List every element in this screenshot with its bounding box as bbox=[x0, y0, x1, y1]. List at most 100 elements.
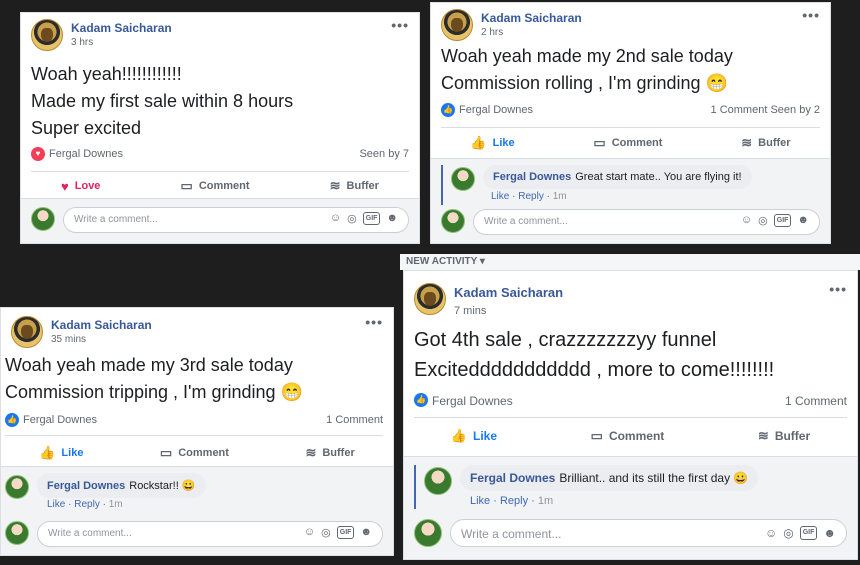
post-time[interactable]: 35 mins bbox=[51, 334, 86, 345]
comment-icon: ▭ bbox=[180, 178, 193, 193]
buffer-button[interactable]: ≋ Buffer bbox=[330, 178, 379, 194]
comment-input[interactable]: Write a comment... ☺ ◎ GIF ☻ bbox=[63, 207, 409, 233]
like-reaction-icon: 👍 bbox=[414, 393, 428, 407]
post-time[interactable]: 2 hrs bbox=[481, 27, 503, 38]
buffer-button[interactable]: ≋ Buffer bbox=[305, 445, 354, 461]
comment-input[interactable]: Write a comment... ☺ ◎ GIF ☻ bbox=[450, 519, 847, 547]
divider bbox=[414, 417, 847, 418]
post-line: Woah yeah!!!!!!!!!!!! bbox=[31, 64, 182, 84]
love-button[interactable]: ♥ Love bbox=[61, 179, 100, 194]
comment-links: Like · Reply · 1m bbox=[470, 495, 554, 507]
emoji-icon[interactable]: ☺ bbox=[741, 214, 752, 227]
gif-icon[interactable]: GIF bbox=[362, 212, 381, 225]
buffer-icon: ≋ bbox=[329, 178, 341, 193]
post-time[interactable]: 7 mins bbox=[454, 305, 486, 317]
sticker-icon[interactable]: ☻ bbox=[360, 526, 372, 539]
heart-icon: ♥ bbox=[61, 178, 69, 194]
comment-icon: ▭ bbox=[593, 135, 606, 150]
post-line: Woah yeah made my 3rd sale today bbox=[5, 355, 293, 375]
post-author[interactable]: Kadam Saicharan bbox=[454, 285, 563, 300]
comment-button[interactable]: ▭ Comment bbox=[593, 135, 662, 151]
author-avatar[interactable] bbox=[441, 9, 473, 41]
like-button[interactable]: 👍 Like bbox=[470, 135, 514, 151]
comment-reply-link[interactable]: Reply bbox=[518, 191, 544, 202]
commenter-avatar[interactable] bbox=[424, 467, 452, 495]
comment-reply-link[interactable]: Reply bbox=[500, 495, 528, 507]
more-options-icon[interactable]: ••• bbox=[802, 7, 820, 23]
buffer-icon: ≋ bbox=[305, 445, 317, 460]
post-author[interactable]: Kadam Saicharan bbox=[481, 11, 582, 25]
post-author[interactable]: Kadam Saicharan bbox=[71, 21, 172, 35]
post-card-1: Kadam Saicharan 3 hrs ••• Woah yeah!!!!!… bbox=[20, 12, 420, 244]
commenter-avatar[interactable] bbox=[414, 519, 442, 547]
commenter-avatar[interactable] bbox=[5, 521, 29, 545]
comment-reply-link[interactable]: Reply bbox=[74, 499, 100, 510]
thumbs-up-icon: 👍 bbox=[450, 428, 467, 443]
comment-input[interactable]: Write a comment... ☺ ◎ GIF ☻ bbox=[473, 209, 820, 235]
sticker-icon[interactable]: ☻ bbox=[823, 526, 836, 540]
sticker-icon[interactable]: ☻ bbox=[386, 212, 398, 225]
more-options-icon[interactable]: ••• bbox=[391, 17, 409, 33]
like-button[interactable]: 👍 Like bbox=[39, 445, 83, 461]
heart-reaction-icon: ♥ bbox=[31, 147, 45, 161]
emoji-icon[interactable]: ☺ bbox=[304, 526, 315, 539]
post-line: Woah yeah made my 2nd sale today bbox=[441, 46, 733, 66]
camera-icon[interactable]: ◎ bbox=[321, 526, 331, 539]
comment-like-link[interactable]: Like bbox=[47, 499, 65, 510]
thumbs-up-icon: 👍 bbox=[39, 445, 56, 460]
comment-like-link[interactable]: Like bbox=[470, 495, 490, 507]
buffer-icon: ≋ bbox=[741, 135, 753, 150]
sticker-icon[interactable]: ☻ bbox=[797, 214, 809, 227]
commenter-avatar[interactable] bbox=[31, 207, 55, 231]
comment-time: 1m bbox=[552, 191, 567, 202]
comment-button[interactable]: ▭ Comment bbox=[160, 445, 229, 461]
new-activity-label[interactable]: NEW ACTIVITY ▾ bbox=[400, 254, 860, 270]
post-card-4: Kadam Saicharan 7 mins ••• Got 4th sale … bbox=[403, 270, 858, 560]
author-avatar[interactable] bbox=[11, 316, 43, 348]
comment-time: 1m bbox=[537, 495, 554, 507]
comment-count[interactable]: 1 Comment bbox=[326, 414, 383, 426]
reactor-name[interactable]: Fergal Downes bbox=[23, 414, 97, 426]
commenter-avatar[interactable] bbox=[441, 209, 465, 233]
buffer-button[interactable]: ≋ Buffer bbox=[741, 135, 790, 151]
reactor-name[interactable]: Fergal Downes bbox=[459, 104, 533, 116]
reactor-name[interactable]: Fergal Downes bbox=[49, 148, 123, 160]
commenter-avatar[interactable] bbox=[451, 167, 475, 191]
post-time[interactable]: 3 hrs bbox=[71, 37, 93, 48]
comment-author[interactable]: Fergal Downes bbox=[470, 471, 555, 485]
camera-icon[interactable]: ◎ bbox=[783, 526, 793, 540]
seen-count[interactable]: Seen by 7 bbox=[359, 148, 409, 160]
comment-author[interactable]: Fergal Downes bbox=[47, 480, 125, 492]
comment-seen-stats[interactable]: 1 Comment Seen by 2 bbox=[711, 104, 820, 116]
comment-button[interactable]: ▭ Comment bbox=[181, 178, 250, 194]
buffer-button[interactable]: ≋ Buffer bbox=[758, 428, 810, 444]
comment-bubble: Fergal Downes Brilliant.. and its still t… bbox=[460, 465, 759, 491]
comment-input[interactable]: Write a comment... ☺ ◎ GIF ☻ bbox=[37, 521, 383, 547]
gif-icon[interactable]: GIF bbox=[773, 214, 792, 227]
emoji-icon[interactable]: ☺ bbox=[765, 526, 777, 540]
comment-like-link[interactable]: Like bbox=[491, 191, 509, 202]
author-avatar[interactable] bbox=[414, 283, 446, 315]
more-options-icon[interactable]: ••• bbox=[365, 314, 383, 330]
post-line: Commission tripping , I'm grinding 😁 bbox=[5, 382, 303, 402]
commenter-avatar[interactable] bbox=[5, 475, 29, 499]
emoji-icon[interactable]: ☺ bbox=[330, 212, 341, 225]
comment-count[interactable]: 1 Comment bbox=[785, 394, 847, 408]
author-avatar[interactable] bbox=[31, 19, 63, 51]
comment-icon: ▭ bbox=[159, 445, 173, 460]
post-line: Made my first sale within 8 hours bbox=[31, 91, 294, 111]
comment-button[interactable]: ▭ Comment bbox=[591, 428, 665, 444]
like-button[interactable]: 👍 Like bbox=[451, 428, 497, 444]
comment-bubble: Fergal Downes Great start mate.. You are … bbox=[483, 165, 752, 189]
gif-icon[interactable]: GIF bbox=[799, 526, 818, 540]
gif-icon[interactable]: GIF bbox=[336, 526, 355, 539]
reactor-name[interactable]: Fergal Downes bbox=[432, 394, 513, 408]
comment-links: Like · Reply · 1m bbox=[47, 499, 123, 510]
post-line: Commission rolling , I'm grinding 😁 bbox=[441, 73, 728, 93]
camera-icon[interactable]: ◎ bbox=[758, 214, 768, 227]
camera-icon[interactable]: ◎ bbox=[347, 212, 357, 225]
more-options-icon[interactable]: ••• bbox=[829, 281, 847, 297]
post-author[interactable]: Kadam Saicharan bbox=[51, 318, 152, 332]
post-line: Got 4th sale , crazzzzzzzyy funnel bbox=[414, 329, 717, 351]
comment-author[interactable]: Fergal Downes bbox=[493, 171, 571, 183]
